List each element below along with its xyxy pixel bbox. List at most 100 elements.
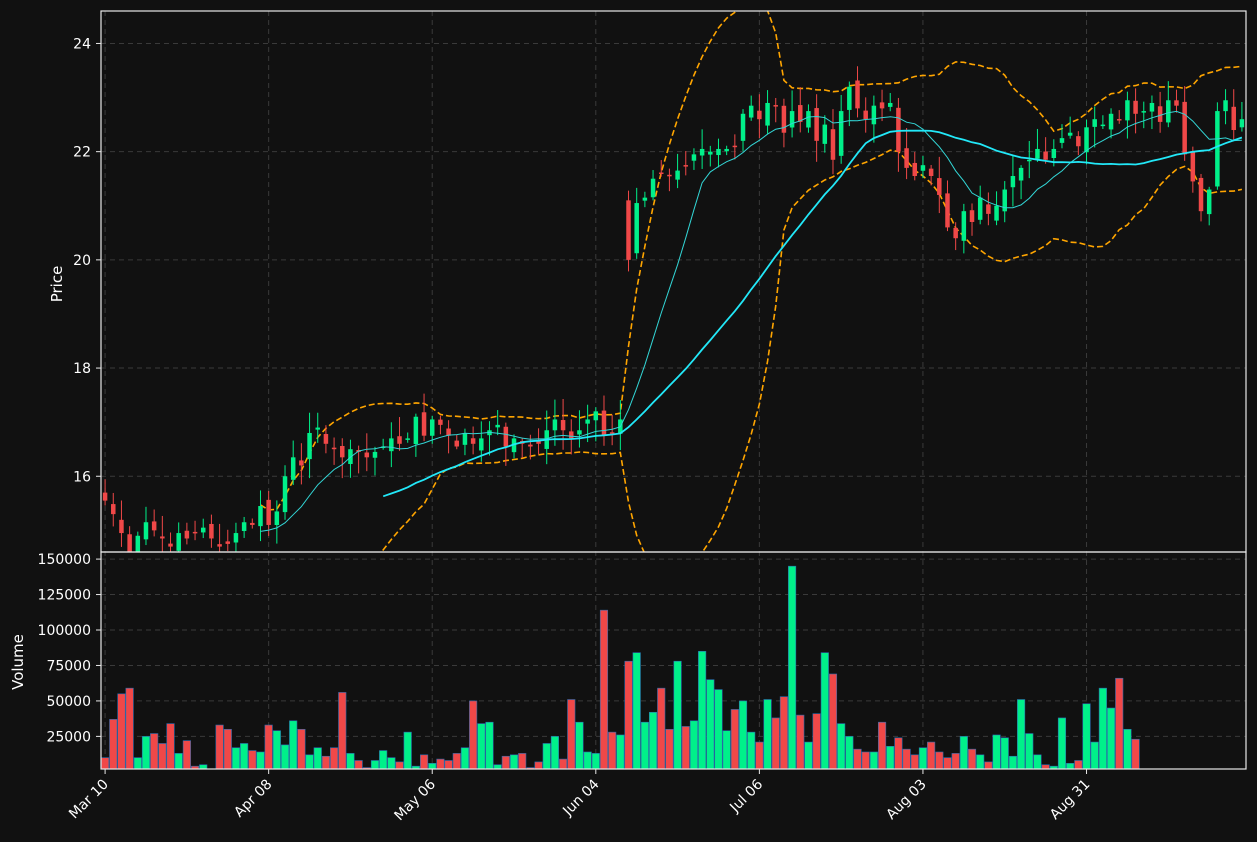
- volume-bar: [215, 724, 224, 770]
- candle-body: [732, 145, 738, 148]
- volume-bar: [280, 744, 290, 770]
- volume-bar: [264, 724, 273, 770]
- candle-body: [135, 535, 141, 552]
- volume-axis-title: Volume: [9, 634, 27, 690]
- candle-body: [691, 154, 697, 161]
- candle-body: [1108, 113, 1114, 130]
- candle-body: [421, 412, 427, 436]
- volume-bar: [395, 761, 404, 770]
- volume-bar: [330, 747, 339, 770]
- volume-bar: [141, 736, 151, 770]
- candle-body: [699, 148, 705, 156]
- volume-bar: [1106, 707, 1116, 770]
- candle-body: [879, 102, 885, 109]
- candle-body: [397, 436, 402, 444]
- volume-bar: [665, 728, 674, 770]
- candle-body: [552, 419, 558, 431]
- volume-bar: [788, 565, 797, 770]
- candle-body: [1166, 100, 1171, 123]
- candle-body: [479, 438, 484, 451]
- volume-bar: [272, 730, 281, 770]
- candle-body: [830, 129, 836, 160]
- volume-bar: [313, 747, 322, 770]
- candle-body: [454, 440, 460, 447]
- volume-bar: [927, 741, 936, 770]
- volume-bar: [747, 731, 756, 770]
- volume-bar: [1033, 754, 1042, 770]
- candle-body: [209, 523, 214, 539]
- price-tick-label: 24: [73, 36, 91, 52]
- volume-bar: [1041, 764, 1050, 770]
- volume-bar: [1123, 728, 1132, 770]
- candle-body: [757, 110, 762, 120]
- volume-bar: [1066, 763, 1075, 770]
- candle-body: [1215, 111, 1220, 187]
- volume-bar: [542, 743, 551, 770]
- candle-body: [1084, 127, 1089, 153]
- candle-body: [863, 110, 868, 120]
- candle-body: [855, 80, 860, 109]
- candle-body: [143, 522, 149, 540]
- volume-bar: [469, 700, 478, 770]
- volume-bar: [444, 760, 453, 770]
- volume-bar: [346, 753, 355, 770]
- candle-body: [413, 416, 419, 445]
- volume-bar: [935, 751, 944, 770]
- candle-body: [601, 410, 607, 436]
- candle-body: [258, 506, 263, 527]
- volume-bar: [403, 731, 412, 770]
- volume-bar: [150, 733, 159, 770]
- volume-bar: [559, 758, 568, 770]
- candle-body: [340, 446, 345, 458]
- volume-bar: [1082, 703, 1091, 770]
- volume-bar: [223, 728, 232, 770]
- volume-bar: [534, 761, 543, 770]
- volume-bar: [706, 679, 715, 770]
- volume-bar: [518, 753, 527, 770]
- volume-bar: [951, 753, 960, 770]
- candle-body: [748, 105, 754, 118]
- volume-bar: [763, 699, 772, 770]
- volume-bar: [730, 709, 739, 770]
- candle-body: [1116, 119, 1122, 121]
- volume-bar: [248, 750, 257, 770]
- volume-bar: [599, 609, 609, 770]
- volume-tick-label: 50000: [46, 694, 91, 710]
- volume-bar: [387, 757, 396, 770]
- candle-body: [912, 162, 918, 177]
- candle-body: [822, 124, 828, 144]
- volume-bar: [289, 720, 298, 770]
- candle-body: [961, 211, 967, 241]
- candle-body: [1141, 111, 1147, 113]
- candle-body: [642, 197, 648, 201]
- volume-bar: [894, 737, 903, 770]
- candle-body: [789, 111, 795, 128]
- candle-body: [1076, 136, 1081, 147]
- candle-body: [904, 148, 909, 168]
- volume-tick-label: 125000: [38, 588, 91, 604]
- volume-bar: [1025, 733, 1034, 770]
- candle-body: [307, 432, 312, 460]
- candle-body: [274, 511, 280, 526]
- volume-bar: [485, 721, 494, 770]
- candle-body: [650, 178, 656, 198]
- volume-bar: [984, 761, 993, 770]
- volume-bar: [199, 764, 208, 770]
- candle-body: [111, 504, 116, 515]
- volume-bar: [493, 764, 502, 770]
- candle-body: [977, 197, 983, 220]
- volume-bar: [452, 753, 461, 770]
- candle-body: [1027, 159, 1032, 162]
- volume-bar: [828, 673, 838, 770]
- candle-body: [1035, 148, 1040, 159]
- volume-tick-label: 150000: [38, 552, 91, 568]
- volume-bar: [796, 714, 805, 770]
- candle-body: [470, 438, 476, 444]
- volume-bar: [101, 757, 110, 770]
- volume-bar: [256, 751, 265, 770]
- candle-body: [299, 460, 304, 466]
- candle-body: [1190, 151, 1196, 182]
- candle-body: [560, 420, 566, 431]
- candle-body: [986, 204, 991, 214]
- volume-bar: [109, 719, 118, 770]
